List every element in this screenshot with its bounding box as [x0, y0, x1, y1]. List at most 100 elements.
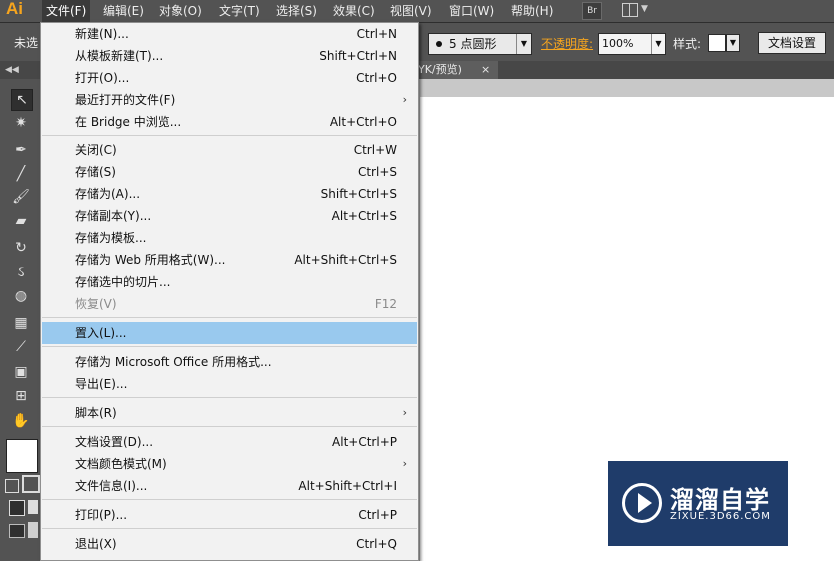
menu-bar: Ai 文件(F) 编辑(E) 对象(O) 文字(T) 选择(S) 效果(C) 视…: [0, 0, 834, 22]
rotate-tool-icon[interactable]: ↻: [11, 238, 31, 258]
warp-tool-icon[interactable]: ઽ: [11, 262, 31, 282]
menu-item-new-from-template[interactable]: 从模板新建(T)... Shift+Ctrl+N: [42, 45, 417, 67]
shortcut: Alt+Ctrl+O: [329, 115, 397, 129]
menu-item-save-as[interactable]: 存储为(A)... Shift+Ctrl+S: [42, 183, 417, 205]
shortcut: Alt+Shift+Ctrl+I: [298, 479, 397, 493]
menu-item-document-color-mode[interactable]: 文档颜色模式(M) ›: [42, 453, 417, 475]
shortcut: Alt+Shift+Ctrl+S: [294, 253, 397, 267]
menu-separator: [42, 135, 417, 136]
collapse-panel-icon[interactable]: ◀◀: [5, 61, 19, 79]
gradient-mode-icon[interactable]: [28, 500, 38, 514]
menu-item-exit[interactable]: 退出(X) Ctrl+Q: [42, 533, 417, 555]
shortcut: F12: [374, 297, 397, 311]
selection-tool-icon[interactable]: ↖: [11, 89, 33, 111]
shortcut: Alt+Ctrl+P: [332, 435, 397, 449]
menu-item-print[interactable]: 打印(P)... Ctrl+P: [42, 504, 417, 526]
eyedropper-tool-icon[interactable]: ⟋: [11, 337, 31, 357]
menu-separator: [42, 397, 417, 398]
menu-help[interactable]: 帮助(H): [507, 0, 557, 22]
shortcut: Ctrl+W: [353, 143, 397, 157]
line-tool-icon[interactable]: ╱: [11, 164, 31, 184]
menu-item-save-as-template[interactable]: 存储为模板...: [42, 227, 417, 249]
selection-status: 未选: [14, 36, 39, 50]
app-logo: Ai: [6, 0, 23, 18]
document-tab-label: YK/预览): [418, 63, 462, 76]
style-swatch[interactable]: [708, 34, 726, 52]
menu-item-scripts[interactable]: 脚本(R) ›: [42, 402, 417, 424]
menu-separator: [42, 499, 417, 500]
menu-file[interactable]: 文件(F): [42, 0, 91, 22]
menu-item-new[interactable]: 新建(N)... Ctrl+N: [42, 23, 417, 45]
shortcut: Alt+Ctrl+S: [331, 209, 397, 223]
menu-separator: [42, 317, 417, 318]
style-label: 样式:: [673, 37, 702, 51]
default-colors-icon[interactable]: [5, 479, 19, 493]
menu-separator: [42, 528, 417, 529]
menu-item-save-for-web[interactable]: 存储为 Web 所用格式(W)... Alt+Shift+Ctrl+S: [42, 249, 417, 271]
tools-panel: ↖ ✷ ✒ ╱ 🖌 ▰ ↻ ઽ ◍ ▦ ⟋ ▣ ⊞ ✋: [0, 79, 42, 561]
opacity-label[interactable]: 不透明度:: [541, 35, 593, 52]
bridge-button[interactable]: Br: [582, 2, 602, 20]
close-icon[interactable]: ×: [481, 61, 490, 79]
menu-edit[interactable]: 编辑(E): [99, 0, 148, 22]
menu-type[interactable]: 文字(T): [215, 0, 264, 22]
shortcut: Ctrl+Q: [356, 537, 397, 551]
menu-effect[interactable]: 效果(C): [329, 0, 379, 22]
chevron-down-icon[interactable]: ▼: [641, 4, 648, 14]
chevron-right-icon: ›: [402, 93, 407, 106]
draw-normal-icon[interactable]: [9, 524, 25, 538]
workspace-layout-icon[interactable]: [622, 3, 638, 17]
menu-window[interactable]: 窗口(W): [445, 0, 498, 22]
color-mode-icon[interactable]: [9, 500, 25, 516]
chevron-right-icon: ›: [402, 457, 407, 470]
menu-separator: [42, 346, 417, 347]
menu-item-revert: 恢复(V) F12: [42, 293, 417, 315]
hand-tool-icon[interactable]: ✋: [11, 411, 31, 431]
file-menu-dropdown: 新建(N)... Ctrl+N 从模板新建(T)... Shift+Ctrl+N 打…: [40, 22, 419, 561]
artboard-tool-icon[interactable]: ⊞: [11, 386, 31, 406]
menu-item-recent-files[interactable]: 最近打开的文件(F) ›: [42, 89, 417, 111]
chevron-down-icon[interactable]: ▼: [726, 34, 740, 52]
shortcut: Shift+Ctrl+N: [319, 49, 397, 63]
menu-select[interactable]: 选择(S): [272, 0, 321, 22]
brush-dot-icon: [436, 41, 442, 47]
screen-mode-icon[interactable]: [28, 522, 38, 538]
menu-item-close[interactable]: 关闭(C) Ctrl+W: [42, 139, 417, 161]
shape-builder-tool-icon[interactable]: ◍: [11, 286, 31, 306]
mesh-tool-icon[interactable]: ▦: [11, 313, 31, 333]
magic-wand-tool-icon[interactable]: ✷: [11, 113, 31, 133]
menu-object[interactable]: 对象(O): [155, 0, 206, 22]
opacity-value: 100%: [602, 37, 634, 50]
pen-tool-icon[interactable]: ✒: [11, 140, 31, 160]
document-setup-button[interactable]: 文档设置: [758, 32, 826, 54]
menu-item-export[interactable]: 导出(E)...: [42, 373, 417, 395]
menu-separator: [42, 426, 417, 427]
paintbrush-tool-icon[interactable]: 🖌: [11, 187, 31, 207]
brush-value: 5 点圆形: [449, 37, 497, 51]
play-icon: [622, 483, 662, 523]
shortcut: Ctrl+S: [357, 165, 397, 179]
menu-item-save-for-office[interactable]: 存储为 Microsoft Office 所用格式...: [42, 351, 417, 373]
menu-item-open[interactable]: 打开(O)... Ctrl+O: [42, 67, 417, 89]
fill-color-swatch[interactable]: [6, 439, 38, 473]
menu-item-document-setup[interactable]: 文档设置(D)... Alt+Ctrl+P: [42, 431, 417, 453]
symbol-sprayer-tool-icon[interactable]: ▣: [11, 362, 31, 382]
opacity-input[interactable]: 100% ▼: [598, 33, 666, 55]
shortcut: Shift+Ctrl+S: [320, 187, 397, 201]
watermark-url: ZIXUE.3D66.COM: [670, 511, 771, 522]
menu-item-place[interactable]: 置入(L)...: [42, 322, 417, 344]
brush-definition-select[interactable]: 5 点圆形 ▼: [428, 33, 532, 55]
stroke-color-swatch[interactable]: [22, 475, 40, 493]
menu-item-browse-in-bridge[interactable]: 在 Bridge 中浏览... Alt+Ctrl+O: [42, 111, 417, 133]
chevron-down-icon[interactable]: ▼: [651, 34, 665, 54]
chevron-down-icon[interactable]: ▼: [516, 34, 531, 54]
menu-item-save-selected-slices[interactable]: 存储选中的切片...: [42, 271, 417, 293]
menu-view[interactable]: 视图(V): [386, 0, 436, 22]
menu-item-save[interactable]: 存储(S) Ctrl+S: [42, 161, 417, 183]
shortcut: Ctrl+N: [356, 27, 397, 41]
eraser-tool-icon[interactable]: ▰: [11, 211, 31, 231]
watermark-title: 溜溜自学: [670, 486, 770, 514]
menu-item-save-copy[interactable]: 存储副本(Y)... Alt+Ctrl+S: [42, 205, 417, 227]
document-tab[interactable]: YK/预览) ×: [408, 61, 498, 79]
menu-item-file-info[interactable]: 文件信息(I)... Alt+Shift+Ctrl+I: [42, 475, 417, 497]
